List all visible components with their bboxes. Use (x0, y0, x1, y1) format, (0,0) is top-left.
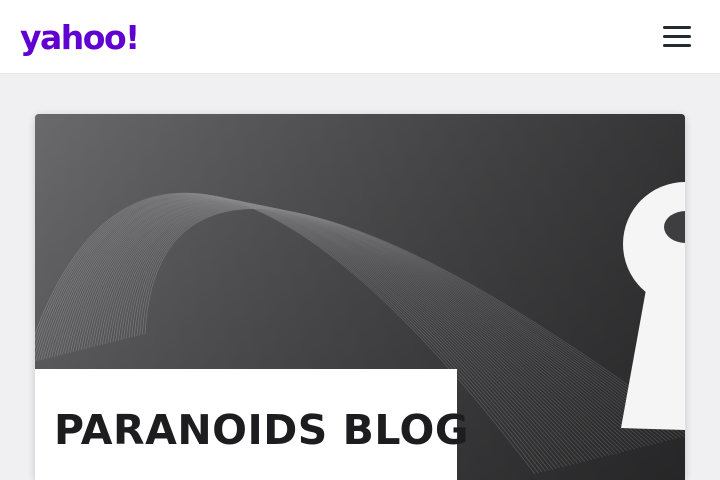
site-header: yahoo! (0, 0, 720, 74)
blog-title: PARANOIDS BLOG (54, 406, 469, 454)
hero-card[interactable]: PARANOIDS BLOG (35, 114, 685, 480)
hamburger-menu-icon[interactable] (660, 22, 694, 52)
yahoo-logo[interactable]: yahoo! (20, 18, 140, 58)
title-panel: PARANOIDS BLOG (35, 369, 469, 480)
